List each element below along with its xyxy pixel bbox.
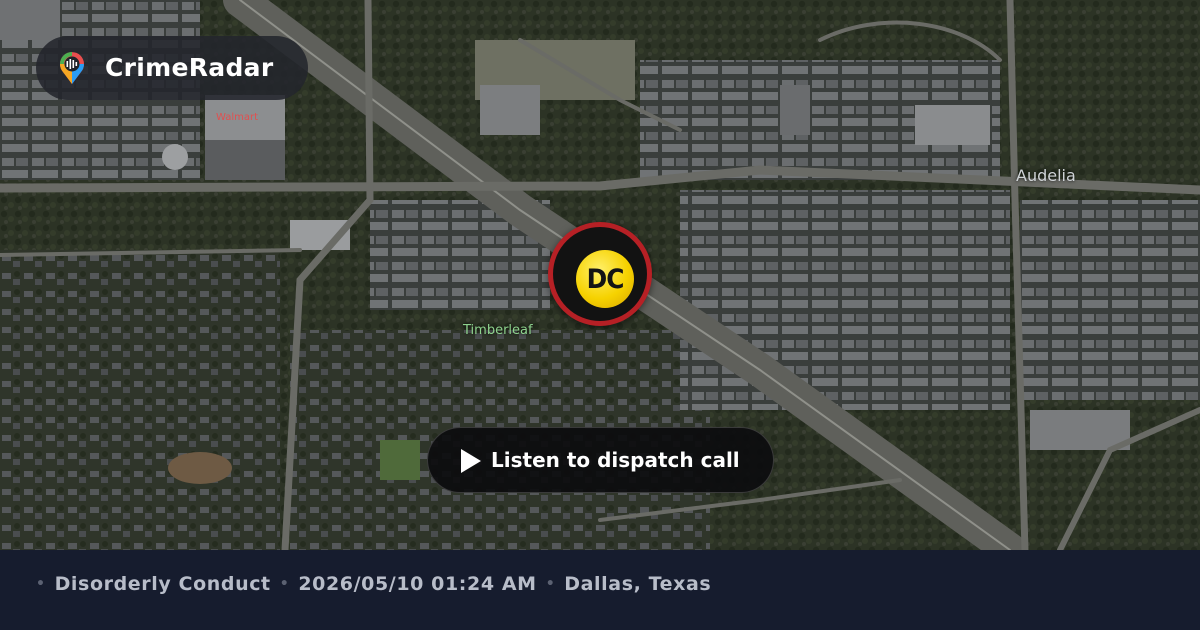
separator-dot: • (279, 576, 290, 592)
incident-code-badge: DC (576, 250, 634, 308)
marker-inner-ring: DC (553, 227, 647, 321)
separator-dot: • (545, 576, 556, 592)
incident-datetime: 2026/05/10 01:24 AM (298, 573, 537, 595)
incident-type: Disorderly Conduct (54, 573, 271, 595)
crimeradar-pin-icon (56, 50, 88, 86)
incident-marker[interactable]: DC (548, 222, 652, 326)
brand-pill[interactable]: CrimeRadar (36, 36, 308, 100)
listen-button-label: Listen to dispatch call (491, 448, 740, 472)
incident-location: Dallas, Texas (564, 573, 712, 595)
incident-footer: • Disorderly Conduct • 2026/05/10 01:24 … (0, 550, 1200, 630)
separator-dot: • (36, 576, 46, 592)
map-label-audelia: Audelia (1016, 166, 1076, 185)
brand-name: CrimeRadar (105, 53, 274, 82)
incident-details: • Disorderly Conduct • 2026/05/10 01:24 … (36, 573, 711, 595)
map-label-timberleaf: Timberleaf (463, 323, 533, 338)
play-icon (461, 449, 481, 473)
map-label-store: Walmart (216, 112, 259, 123)
incident-code: DC (586, 263, 624, 295)
listen-dispatch-button[interactable]: Listen to dispatch call (427, 427, 774, 493)
